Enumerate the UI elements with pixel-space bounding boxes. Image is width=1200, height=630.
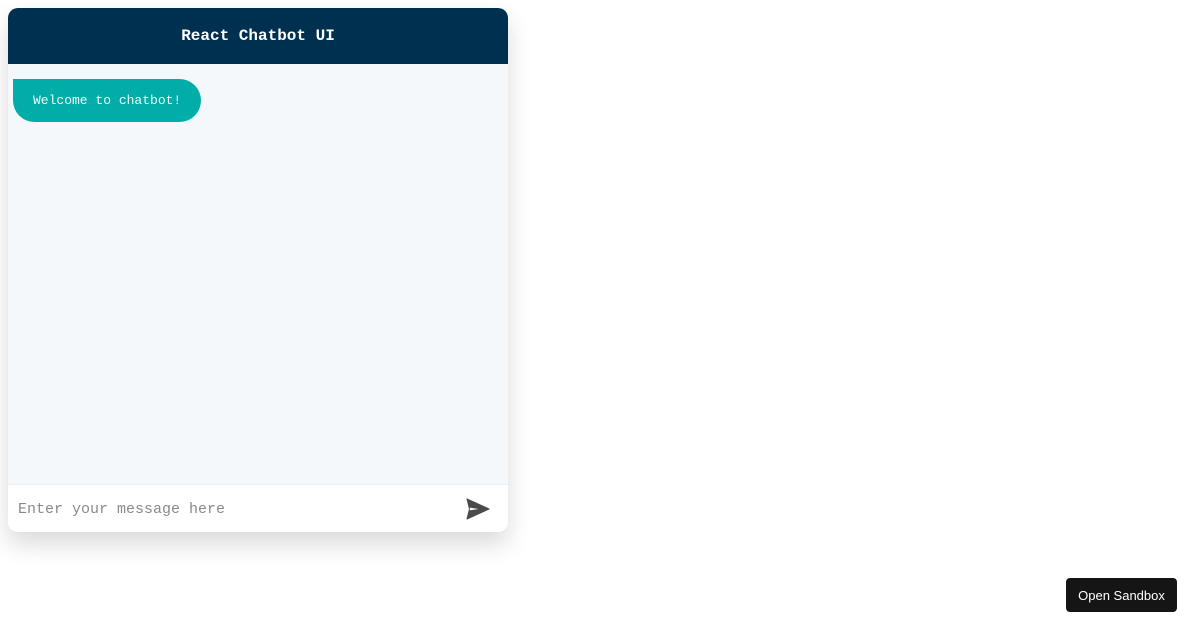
chat-message-list[interactable]: Welcome to chatbot!: [8, 64, 508, 484]
chatbot-window: React Chatbot UI Welcome to chatbot!: [8, 8, 508, 532]
send-icon: [466, 498, 490, 520]
chat-input-bar: [8, 484, 508, 532]
bot-message-bubble: Welcome to chatbot!: [13, 79, 202, 122]
chat-title: React Chatbot UI: [181, 27, 335, 45]
bot-message-text: Welcome to chatbot!: [33, 93, 182, 108]
send-button[interactable]: [454, 486, 502, 532]
open-sandbox-label: Open Sandbox: [1078, 587, 1165, 603]
open-sandbox-button[interactable]: Open Sandbox: [1066, 578, 1177, 612]
message-input[interactable]: [8, 486, 454, 532]
page: React Chatbot UI Welcome to chatbot! Ope…: [0, 0, 1200, 630]
chat-header: React Chatbot UI: [8, 8, 508, 64]
